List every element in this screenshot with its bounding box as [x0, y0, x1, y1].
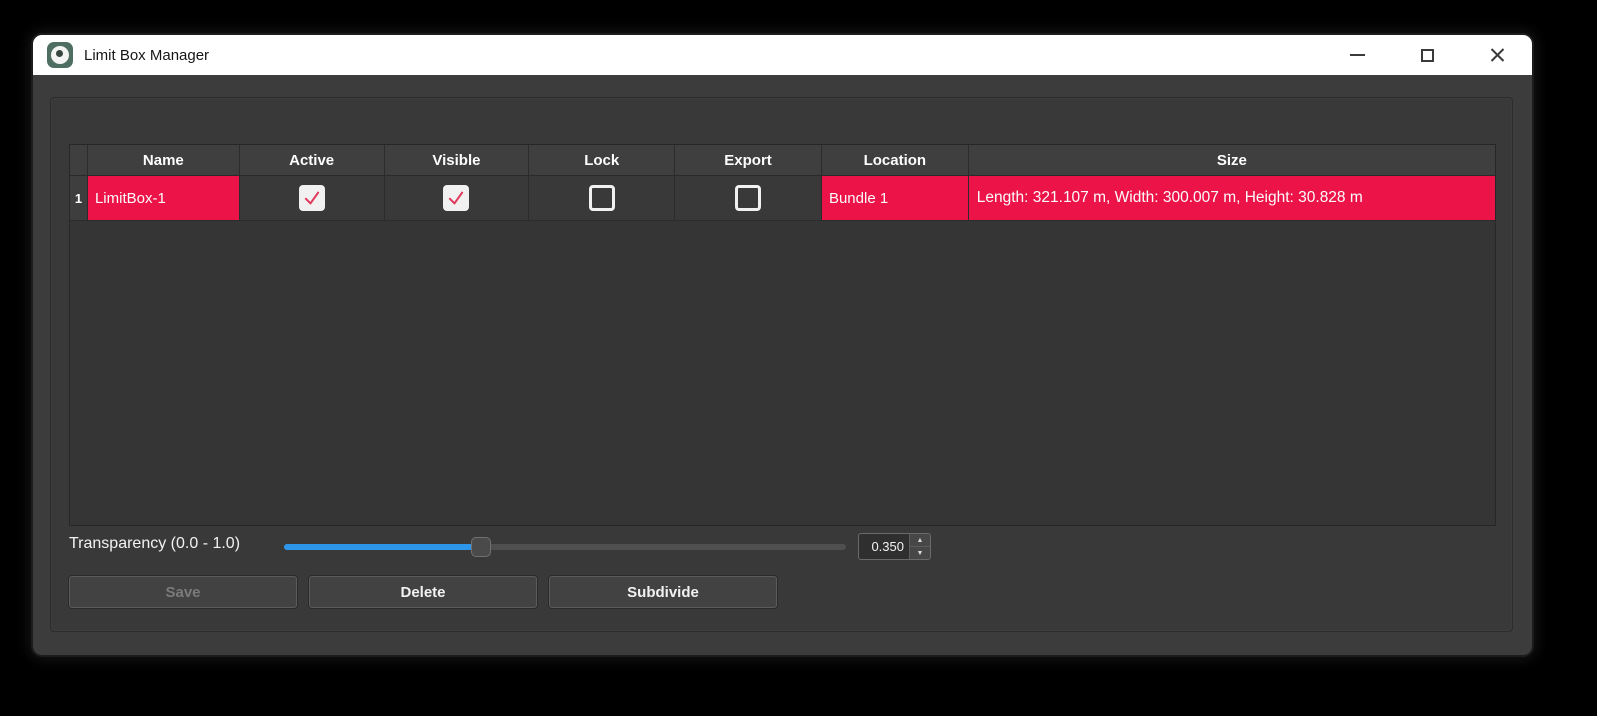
transparency-value[interactable]: 0.350 — [859, 534, 909, 559]
name-cell[interactable]: LimitBox-1 — [87, 176, 239, 220]
maximize-icon — [1421, 49, 1434, 62]
checkmark-icon — [446, 187, 466, 209]
column-header-export[interactable]: Export — [674, 145, 821, 175]
limit-box-manager-window: Limit Box Manager Name Activ — [33, 35, 1532, 655]
visible-cell — [384, 176, 529, 220]
minimize-button[interactable] — [1322, 35, 1392, 75]
size-cell[interactable]: Length: 321.107 m, Width: 300.007 m, Hei… — [968, 176, 1495, 220]
spin-up-icon: ▲ — [917, 537, 924, 544]
table-header-row: Name Active Visible Lock Export Location… — [70, 145, 1495, 176]
column-header-lock[interactable]: Lock — [528, 145, 674, 175]
close-icon — [1490, 48, 1505, 63]
slider-track[interactable] — [284, 544, 846, 550]
corner-header-cell[interactable] — [70, 145, 87, 175]
save-button[interactable]: Save — [69, 576, 297, 608]
export-cell — [674, 176, 821, 220]
app-icon — [47, 42, 73, 68]
export-checkbox[interactable] — [735, 185, 761, 211]
transparency-slider[interactable] — [284, 537, 846, 557]
slider-handle[interactable] — [471, 537, 491, 557]
table-row[interactable]: 1 LimitBox-1 — [70, 176, 1495, 221]
transparency-label: Transparency (0.0 - 1.0) — [69, 535, 240, 553]
app-icon-dot — [56, 50, 63, 57]
checkmark-icon — [302, 187, 322, 209]
location-cell[interactable]: Bundle 1 — [821, 176, 968, 220]
spin-down-icon: ▼ — [917, 550, 924, 557]
titlebar: Limit Box Manager — [33, 35, 1532, 75]
window-title: Limit Box Manager — [84, 47, 209, 64]
screenshot-stage: Limit Box Manager Name Activ — [0, 0, 1597, 716]
lock-cell — [528, 176, 674, 220]
lock-checkbox[interactable] — [589, 185, 615, 211]
delete-button[interactable]: Delete — [309, 576, 537, 608]
active-cell — [239, 176, 384, 220]
subdivide-button[interactable]: Subdivide — [549, 576, 777, 608]
slider-fill — [284, 544, 481, 550]
transparency-spinbox[interactable]: 0.350 ▲ ▼ — [858, 533, 931, 560]
column-header-active[interactable]: Active — [239, 145, 384, 175]
maximize-button[interactable] — [1392, 35, 1462, 75]
minimize-icon — [1350, 54, 1365, 56]
column-header-size[interactable]: Size — [968, 145, 1495, 175]
spin-down-button[interactable]: ▼ — [910, 546, 930, 559]
column-header-name[interactable]: Name — [87, 145, 239, 175]
column-header-visible[interactable]: Visible — [384, 145, 529, 175]
main-panel: Name Active Visible Lock Export Location… — [50, 97, 1513, 632]
window-controls — [1322, 35, 1532, 75]
limit-box-table[interactable]: Name Active Visible Lock Export Location… — [69, 144, 1496, 526]
close-button[interactable] — [1462, 35, 1532, 75]
column-header-location[interactable]: Location — [821, 145, 968, 175]
active-checkbox[interactable] — [299, 185, 325, 211]
spin-up-button[interactable]: ▲ — [910, 534, 930, 546]
row-number-header[interactable]: 1 — [70, 176, 87, 220]
spin-arrows: ▲ ▼ — [909, 534, 930, 559]
visible-checkbox[interactable] — [443, 185, 469, 211]
